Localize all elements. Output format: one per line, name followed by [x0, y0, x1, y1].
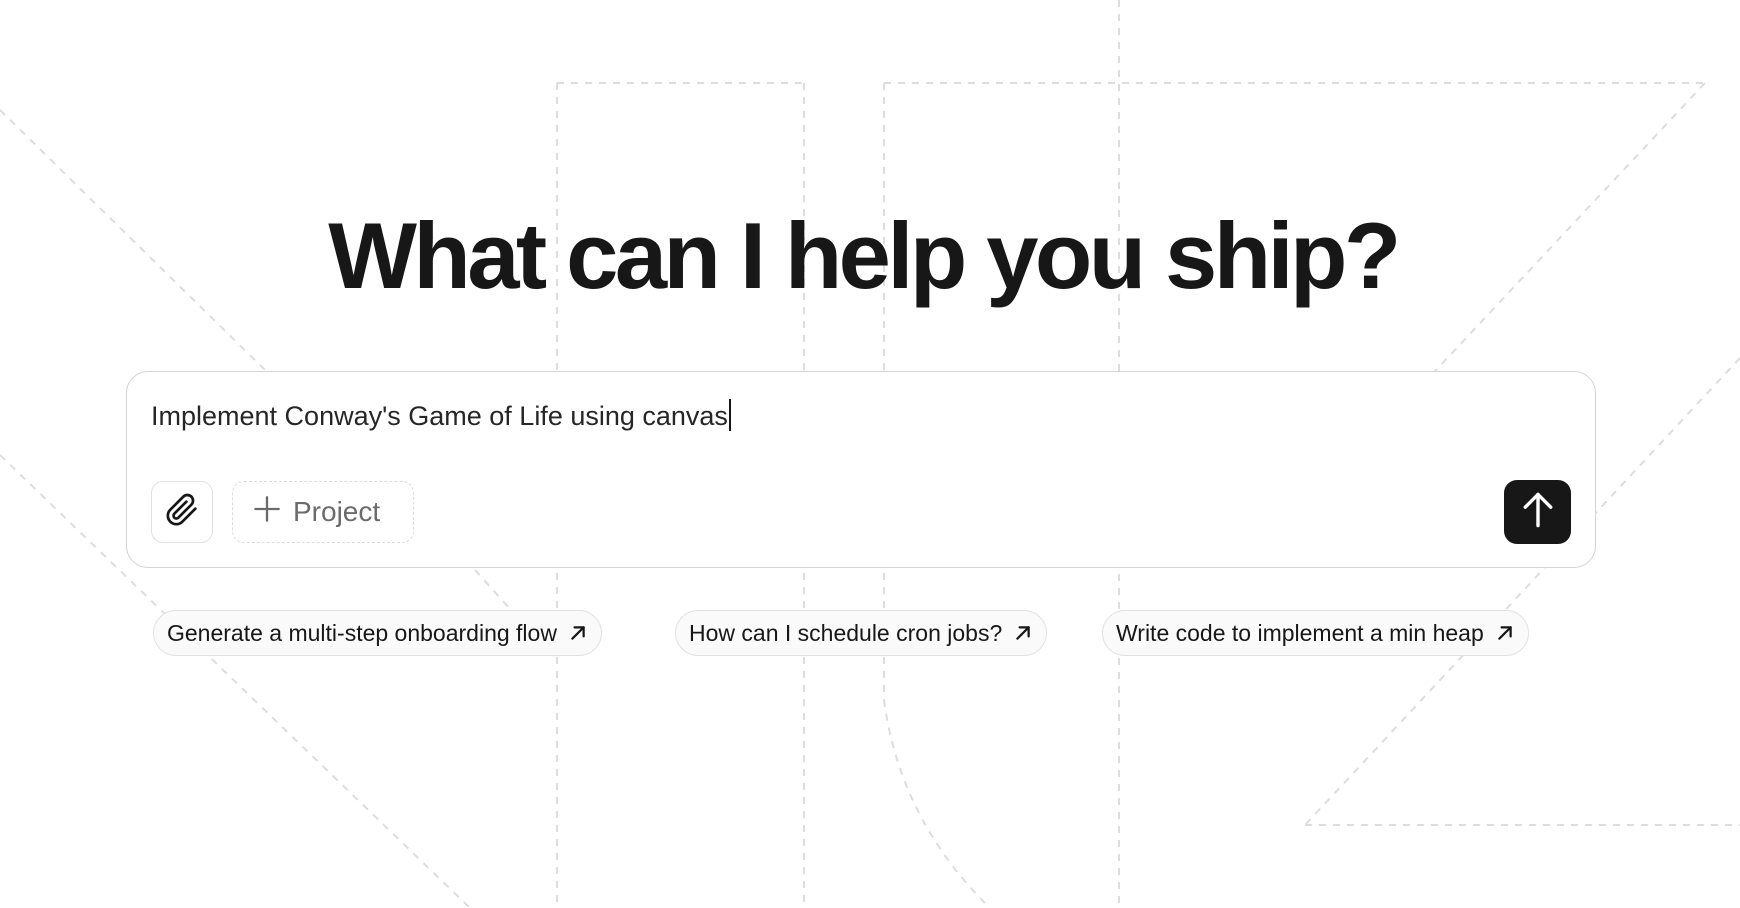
suggestion-label: How can I schedule cron jobs? — [689, 619, 1003, 646]
arrow-up-icon — [1521, 491, 1555, 534]
send-button[interactable] — [1504, 480, 1571, 544]
prompt-input[interactable]: Implement Conway's Game of Life using ca… — [151, 398, 731, 434]
arrow-up-right-icon — [1014, 624, 1032, 642]
plus-icon — [253, 495, 281, 530]
page-title: What can I help you ship? — [328, 203, 1401, 308]
attach-file-button[interactable] — [151, 481, 213, 543]
suggestion-chip[interactable]: Generate a multi-step onboarding flow — [153, 610, 602, 656]
arrow-up-right-icon — [1496, 624, 1514, 642]
add-project-button[interactable]: Project — [232, 481, 414, 543]
prompt-composer[interactable]: Implement Conway's Game of Life using ca… — [126, 371, 1596, 568]
text-caret — [728, 399, 731, 431]
paperclip-icon — [165, 493, 199, 532]
suggestion-label: Generate a multi-step onboarding flow — [167, 619, 557, 646]
suggestion-chip[interactable]: Write code to implement a min heap — [1102, 610, 1529, 656]
suggestion-label: Write code to implement a min heap — [1116, 619, 1484, 646]
add-project-label: Project — [293, 496, 381, 527]
page: What can I help you ship? Implement Conw… — [0, 0, 1740, 908]
prompt-input-value: Implement Conway's Game of Life using ca… — [151, 401, 728, 431]
arrow-up-right-icon — [569, 624, 587, 642]
suggestion-chip[interactable]: How can I schedule cron jobs? — [675, 610, 1048, 656]
